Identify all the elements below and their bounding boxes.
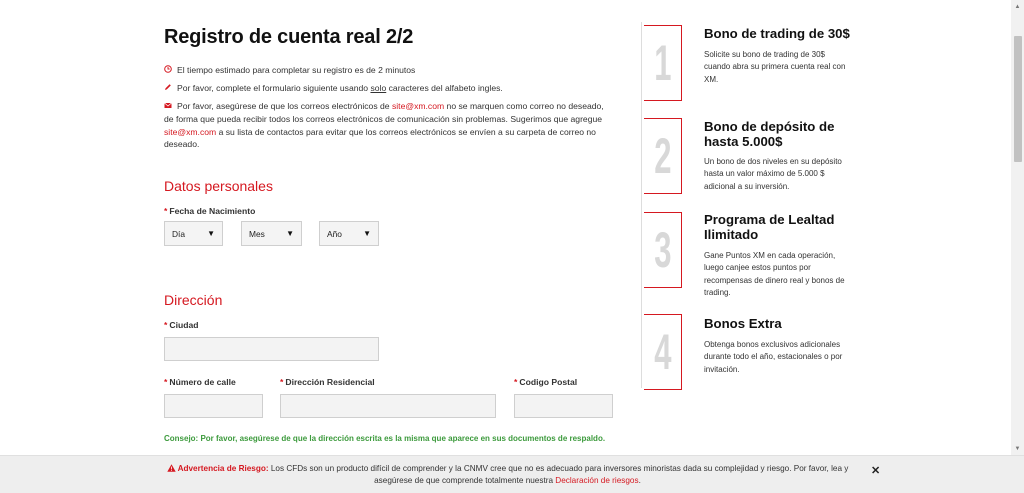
notice-alphabet: Por favor, complete el formulario siguie… xyxy=(164,82,610,95)
bonus-text-2: Un bono de dos niveles en su depósito ha… xyxy=(704,157,842,191)
clock-icon xyxy=(164,65,173,77)
risk-warning-text: Advertencia de Riesgo: Los CFDs son un p… xyxy=(150,463,865,488)
personal-data-heading: Datos personales xyxy=(164,178,273,194)
street-label: * Dirección Residencial xyxy=(280,377,375,387)
bonus-title-4: Bonos Extra xyxy=(704,316,782,331)
bonus-number-4: 4 xyxy=(644,314,682,390)
email-link-1[interactable]: site@xm.com xyxy=(392,101,444,111)
notice-alphabet-underline: solo xyxy=(370,83,387,93)
required-mark: * xyxy=(164,377,168,387)
required-mark: * xyxy=(514,377,518,387)
street-number-label-text: Número de calle xyxy=(169,377,236,387)
email-link-2[interactable]: site@xm.com xyxy=(164,127,216,137)
bonus-number-1-text: 1 xyxy=(653,35,672,91)
bonus-title-2: Bono de depósito de hasta 5.000$ xyxy=(704,119,835,149)
month-select-value: Mes xyxy=(249,228,265,239)
city-label-text: Ciudad xyxy=(169,320,199,330)
chevron-down-icon: ▼ xyxy=(363,229,371,238)
notice-alphabet-post: caracteres del alfabeto ingles. xyxy=(386,83,503,93)
bonus-text-1: Solicite su bono de trading de 30$ cuand… xyxy=(704,50,846,84)
bonus-number-2-text: 2 xyxy=(653,128,672,184)
risk-declaration-link[interactable]: Declaración de riesgos xyxy=(555,476,638,485)
pencil-icon xyxy=(164,83,173,95)
close-icon[interactable]: ✕ xyxy=(871,464,880,477)
required-mark: * xyxy=(164,320,168,330)
scrollbar-thumb[interactable] xyxy=(1014,36,1022,162)
city-label: * Ciudad xyxy=(164,320,198,330)
column-divider xyxy=(641,22,642,388)
notice-alphabet-pre: Por favor, complete el formulario siguie… xyxy=(177,83,371,93)
bonus-number-3-text: 3 xyxy=(653,222,672,278)
year-select-value: Año xyxy=(327,228,342,239)
month-select[interactable]: Mes ▼ xyxy=(241,221,302,246)
address-hint: Consejo: Por favor, asegúrese de que la … xyxy=(164,434,606,443)
bonus-text-3: Gane Puntos XM en cada operación, luego … xyxy=(704,251,845,298)
vertical-scrollbar[interactable]: ▲ ▼ xyxy=(1011,0,1024,455)
bonus-number-1: 1 xyxy=(644,25,682,101)
page-title: Registro de cuenta real 2/2 xyxy=(164,26,414,48)
notice-email: Por favor, asegúrese de que los correos … xyxy=(164,100,610,151)
day-select-value: Día xyxy=(172,228,186,239)
chevron-down-icon: ▼ xyxy=(286,229,294,238)
bonus-number-4-text: 4 xyxy=(653,324,672,380)
address-heading: Dirección xyxy=(164,292,223,308)
street-number-input[interactable] xyxy=(164,394,263,418)
warning-icon xyxy=(166,464,178,473)
postal-code-label: * Codigo Postal xyxy=(514,377,577,387)
day-select[interactable]: Día ▼ xyxy=(164,221,223,246)
year-select[interactable]: Año ▼ xyxy=(319,221,379,246)
required-mark: * xyxy=(164,206,168,216)
city-input[interactable] xyxy=(164,337,379,361)
envelope-icon xyxy=(164,101,173,113)
risk-warning-end: . xyxy=(638,476,641,486)
scroll-down-icon[interactable]: ▼ xyxy=(1011,442,1024,455)
notice-time-text: El tiempo estimado para completar su reg… xyxy=(177,65,416,75)
bonus-text-4: Obtenga bonos exclusivos adicionales dur… xyxy=(704,340,843,374)
street-label-text: Dirección Residencial xyxy=(285,377,375,387)
street-number-label: * Número de calle xyxy=(164,377,236,387)
notice-email-p1: Por favor, asegúrese de que los correos … xyxy=(177,101,392,111)
bonus-title-3: Programa de Lealtad Ilimitado xyxy=(704,212,835,242)
risk-warning-bar: Advertencia de Riesgo: Los CFDs son un p… xyxy=(0,455,1024,493)
bonus-title-1: Bono de trading de 30$ xyxy=(704,26,850,41)
scroll-up-icon[interactable]: ▲ xyxy=(1011,0,1024,13)
dob-label: * Fecha de Nacimiento xyxy=(164,206,255,216)
street-input[interactable] xyxy=(280,394,496,418)
dob-label-text: Fecha de Nacimiento xyxy=(169,206,256,216)
notice-email-p3: a su lista de contactos para evitar que … xyxy=(164,126,596,150)
notice-time: El tiempo estimado para completar su reg… xyxy=(164,64,610,77)
required-mark: * xyxy=(280,377,284,387)
bonus-number-3: 3 xyxy=(644,212,682,288)
postal-code-label-text: Codigo Postal xyxy=(519,377,578,387)
risk-warning-label: Advertencia de Riesgo: xyxy=(177,464,269,473)
bonus-number-2: 2 xyxy=(644,118,682,194)
postal-code-input[interactable] xyxy=(514,394,613,418)
chevron-down-icon: ▼ xyxy=(207,229,215,238)
